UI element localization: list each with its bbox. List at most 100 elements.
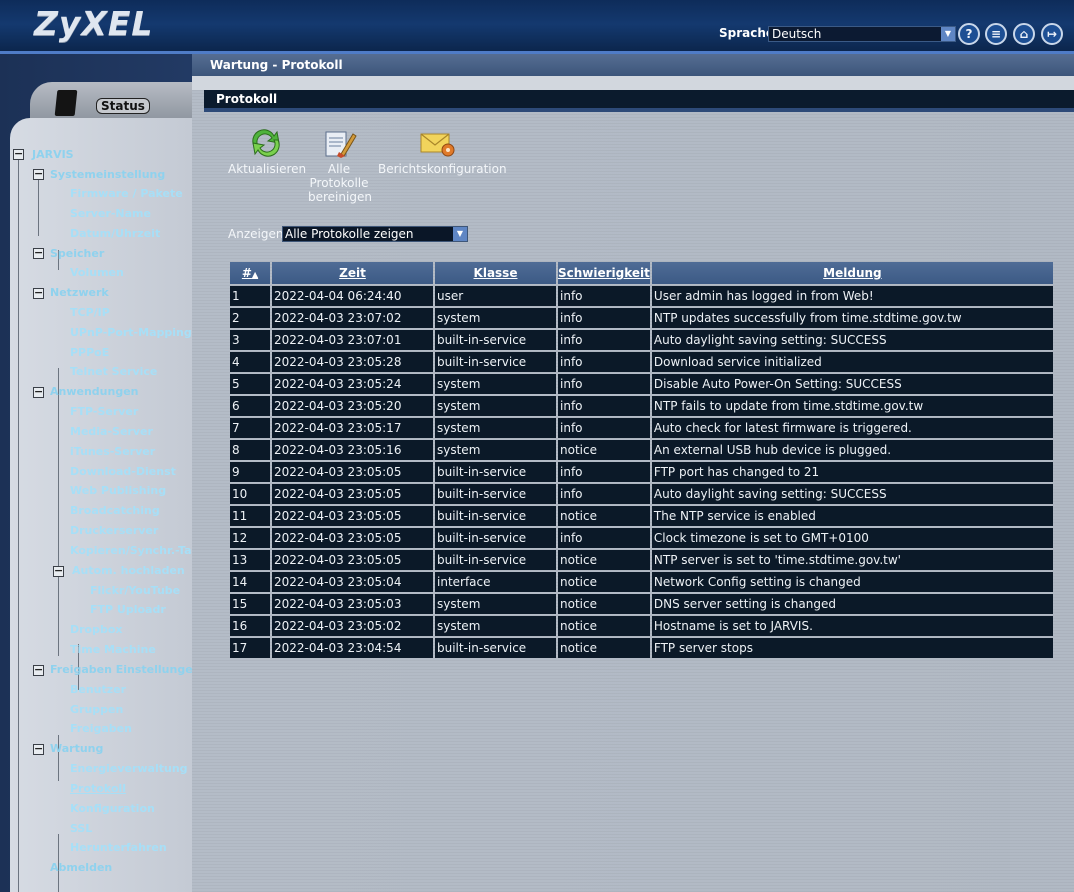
- tree-item-time-machine[interactable]: Time Machine: [70, 641, 156, 659]
- cell-class: system: [435, 418, 556, 438]
- tree-item-web-publishing[interactable]: Web Publishing: [70, 482, 166, 500]
- tree-item-media-server[interactable]: Media-Server: [70, 423, 153, 441]
- cell-time: 2022-04-03 23:07:01: [272, 330, 433, 350]
- tree-item-server-name[interactable]: Server-Name: [70, 205, 151, 223]
- tree-item-firmware[interactable]: Firmware / Pakete: [70, 185, 183, 203]
- column-header-schwierigkeit[interactable]: Schwierigkeit: [558, 262, 650, 284]
- collapse-toggle[interactable]: −: [33, 664, 44, 676]
- tree-item-dropbox[interactable]: Dropbox: [70, 621, 123, 639]
- tree-item-energieverwaltung[interactable]: Energieverwaltung: [70, 760, 188, 778]
- tree-root-jarvis[interactable]: JARVIS: [32, 146, 74, 164]
- chevron-down-icon[interactable]: ▼: [453, 227, 467, 241]
- log-filter-select[interactable]: Alle Protokolle zeigen ▼: [282, 226, 468, 242]
- tree-item-benutzer[interactable]: Benutzer: [70, 681, 126, 699]
- tree-item-freigaben[interactable]: Freigaben: [70, 720, 132, 738]
- clear-logs-button[interactable]: Alle Protokolle bereinigen: [308, 128, 372, 204]
- cell-time: 2022-04-03 23:05:02: [272, 616, 433, 636]
- cell-class: built-in-service: [435, 484, 556, 504]
- log-table: #▲ Zeit Klasse Schwierigkeit Meldung 1 20…: [228, 260, 1055, 660]
- cell-class: built-in-service: [435, 638, 556, 658]
- cell-severity: info: [558, 308, 650, 328]
- cell-time: 2022-04-03 23:05:05: [272, 484, 433, 504]
- column-header-zeit[interactable]: Zeit: [272, 262, 433, 284]
- tree-item-upnp[interactable]: UPnP-Port-Mapping: [70, 324, 192, 342]
- column-header-klasse[interactable]: Klasse: [435, 262, 556, 284]
- cell-time: 2022-04-03 23:04:54: [272, 638, 433, 658]
- collapse-toggle[interactable]: −: [53, 565, 64, 577]
- table-row: 14 2022-04-03 23:05:04 interface notice Netw…: [230, 572, 1053, 592]
- top-header: ZyXEL Sprache: Deutsch ▼ ? ≡ ⌂ ↦: [0, 0, 1074, 54]
- tree-item-kopieren-synchr[interactable]: Kopieren/Synchr.-Tas: [70, 542, 192, 560]
- cell-class: system: [435, 308, 556, 328]
- tree-group-netzwerk[interactable]: Netzwerk: [50, 284, 109, 302]
- tree-item-telnet[interactable]: Telnet Service: [70, 363, 157, 381]
- collapse-toggle[interactable]: −: [33, 386, 44, 398]
- mail-report-icon: [417, 128, 457, 158]
- cell-number: 15: [230, 594, 270, 614]
- collapse-toggle[interactable]: −: [33, 287, 44, 299]
- cell-time: 2022-04-03 23:05:03: [272, 594, 433, 614]
- tree-item-abmelden[interactable]: Abmelden: [50, 859, 112, 877]
- tree-item-druckerserver[interactable]: Druckerserver: [70, 522, 158, 540]
- tree-item-tcp-ip[interactable]: TCP/IP: [70, 304, 110, 322]
- cell-message: NTP fails to update from time.stdtime.go…: [651, 396, 1053, 416]
- collapse-toggle[interactable]: −: [33, 168, 44, 180]
- tree-item-download-dienst[interactable]: Download-Dienst: [70, 463, 176, 481]
- tree-item-broadcatching[interactable]: Broadcatching: [70, 502, 160, 520]
- tree-connector: [58, 466, 59, 656]
- tree-item-konfiguration[interactable]: Konfiguration: [70, 800, 155, 818]
- tree-item-flickr-youtube[interactable]: Flickr/YouTube: [90, 582, 180, 600]
- cell-message: Download service initialized: [651, 352, 1053, 372]
- tree-item-gruppen[interactable]: Gruppen: [70, 701, 123, 719]
- refresh-button[interactable]: Aktualisieren: [228, 128, 306, 176]
- tree-item-itunes-server[interactable]: iTunes-Server: [70, 443, 155, 461]
- table-row: 1 2022-04-04 06:24:40 user info User admin h…: [230, 286, 1053, 306]
- tree-item-protokoll[interactable]: Protokoll: [70, 780, 126, 798]
- log-table-body: 1 2022-04-04 06:24:40 user info User admin h…: [230, 286, 1053, 658]
- cell-time: 2022-04-03 23:05:05: [272, 528, 433, 548]
- tree-group-anwendungen[interactable]: Anwendungen: [50, 383, 139, 401]
- help-icon[interactable]: ?: [958, 23, 980, 45]
- filter-label: Anzeigen:: [228, 227, 288, 241]
- tree-item-ftp-server[interactable]: FTP-Server: [70, 403, 138, 421]
- cell-severity: info: [558, 374, 650, 394]
- report-config-button[interactable]: Berichtskonfiguration: [378, 128, 507, 176]
- cell-time: 2022-04-03 23:05:04: [272, 572, 433, 592]
- tree-group-autom-hochladen[interactable]: Autom. hochladen: [72, 562, 185, 580]
- cell-time: 2022-04-03 23:07:02: [272, 308, 433, 328]
- column-header-number[interactable]: #▲: [230, 262, 270, 284]
- cell-message: Auto daylight saving setting: SUCCESS: [651, 484, 1053, 504]
- chevron-down-icon[interactable]: ▼: [941, 27, 955, 41]
- table-row: 13 2022-04-03 23:05:05 built-in-service not…: [230, 550, 1053, 570]
- tree-item-datum-uhrzeit[interactable]: Datum/Uhrzeit: [70, 225, 160, 243]
- column-header-meldung[interactable]: Meldung: [651, 262, 1053, 284]
- cell-message: Auto check for latest firmware is trigge…: [651, 418, 1053, 438]
- tree-item-volumen[interactable]: Volumen: [70, 264, 124, 282]
- cell-message: NTP server is set to 'time.stdtime.gov.t…: [651, 550, 1053, 570]
- tree-item-ftp-uploadr[interactable]: FTP Uploadr: [90, 601, 166, 619]
- language-select[interactable]: Deutsch ▼: [768, 26, 956, 42]
- table-row: 5 2022-04-03 23:05:24 system info Disable Au…: [230, 374, 1053, 394]
- cell-severity: info: [558, 330, 650, 350]
- logout-icon[interactable]: ↦: [1041, 23, 1063, 45]
- breadcrumb-underline: [192, 76, 1074, 90]
- tree-connector: [18, 158, 19, 892]
- collapse-toggle[interactable]: −: [33, 743, 44, 755]
- tree-item-pppoe[interactable]: PPPoE: [70, 344, 109, 362]
- notes-icon[interactable]: ≡: [985, 23, 1007, 45]
- home-icon[interactable]: ⌂: [1013, 23, 1035, 45]
- tree-group-freigaben-einstellungen[interactable]: Freigaben Einstellungen: [50, 661, 192, 679]
- tree-group-speicher[interactable]: Speicher: [50, 245, 104, 263]
- refresh-icon: [246, 128, 286, 158]
- cell-number: 3: [230, 330, 270, 350]
- collapse-toggle[interactable]: −: [13, 148, 24, 160]
- cell-time: 2022-04-03 23:05:16: [272, 440, 433, 460]
- cell-number: 8: [230, 440, 270, 460]
- tree-group-wartung[interactable]: Wartung: [50, 740, 103, 758]
- cell-number: 6: [230, 396, 270, 416]
- tree-group-systemeinstellung[interactable]: Systemeinstellung: [50, 166, 165, 184]
- table-row: 4 2022-04-03 23:05:28 built-in-service info…: [230, 352, 1053, 372]
- tree-item-herunterfahren[interactable]: Herunterfahren: [70, 839, 167, 857]
- tree-item-ssl[interactable]: SSL: [70, 820, 92, 838]
- collapse-toggle[interactable]: −: [33, 247, 44, 259]
